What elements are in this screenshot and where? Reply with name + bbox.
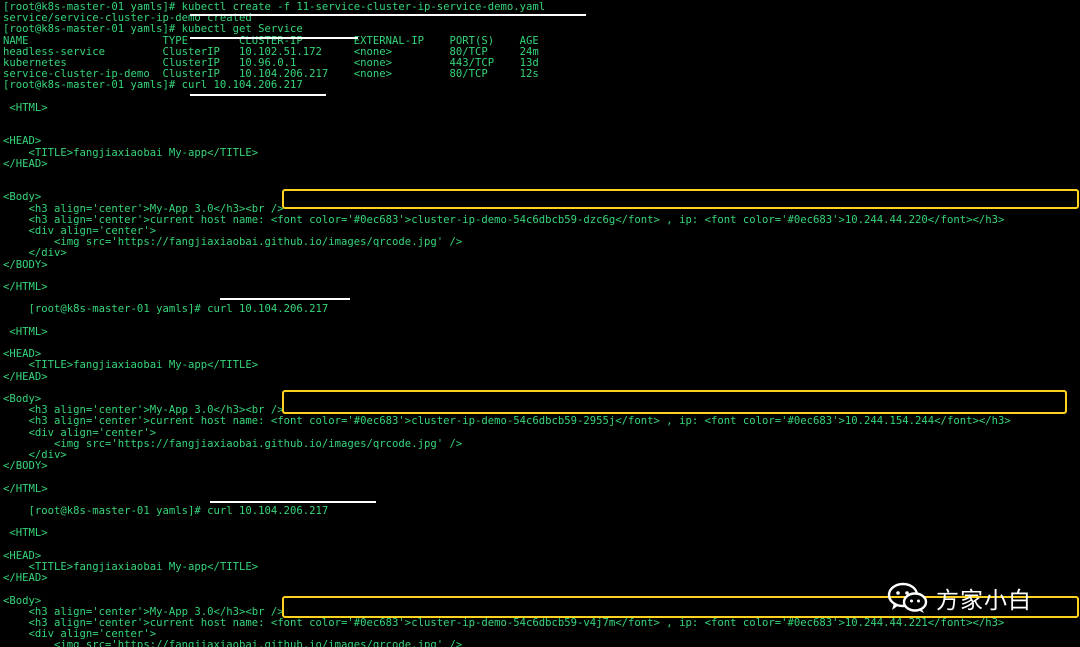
watermark: 方家小白 bbox=[886, 580, 1056, 616]
terminal-line: <h3 align='center'>My-App 3.0</h3><br /> bbox=[3, 202, 284, 215]
terminal-line: </HTML> bbox=[3, 482, 48, 495]
underline-curl-3 bbox=[210, 501, 376, 503]
terminal-line: <h3 align='center'>current host name: <f… bbox=[3, 415, 1011, 428]
terminal-line: </BODY> bbox=[3, 258, 48, 271]
terminal-line: <TITLE>fangjiaxiaobai My-app</TITLE> bbox=[3, 359, 259, 372]
terminal-line: <img src='https://fangjiaxiaobai.github.… bbox=[3, 639, 463, 647]
terminal-line: <HTML> bbox=[3, 325, 48, 338]
terminal-line: <Body> bbox=[3, 594, 42, 607]
terminal-line: </HEAD> bbox=[3, 157, 48, 170]
terminal-line: <TITLE>fangjiaxiaobai My-app</TITLE> bbox=[3, 146, 259, 159]
watermark-text: 方家小白 bbox=[936, 588, 1032, 614]
terminal-line: </HEAD> bbox=[3, 370, 48, 383]
terminal-line: </div> bbox=[3, 247, 67, 260]
terminal-line: </HTML> bbox=[3, 281, 48, 293]
terminal-line: <Body> bbox=[3, 191, 42, 204]
underline-curl-2 bbox=[220, 298, 350, 300]
highlight-box-pod-1 bbox=[282, 189, 1079, 209]
terminal-line: </BODY> bbox=[3, 460, 48, 473]
terminal-line: NAME TYPE CLUSTER-IP EXTERNAL-IP PORT(S)… bbox=[3, 34, 539, 47]
terminal-line: <img src='https://fangjiaxiaobai.github.… bbox=[3, 236, 463, 249]
terminal-line: [root@k8s-master-01 yamls]# curl 10.104.… bbox=[3, 303, 329, 316]
terminal-line: <HTML> bbox=[3, 101, 48, 114]
terminal-line: [root@k8s-master-01 yamls]# curl 10.104.… bbox=[3, 79, 303, 92]
terminal-line: <HTML> bbox=[3, 527, 48, 540]
wechat-icon bbox=[887, 582, 928, 613]
terminal-line: [root@k8s-master-01 yamls]# kubectl get … bbox=[3, 23, 303, 36]
terminal-window[interactable]: [root@k8s-master-01 yamls]# kubectl crea… bbox=[0, 0, 1080, 647]
terminal-line: [root@k8s-master-01 yamls]# curl 10.104.… bbox=[3, 505, 329, 517]
terminal-line: </HEAD> bbox=[3, 572, 48, 585]
terminal-line: <HEAD> bbox=[3, 135, 42, 148]
highlight-box-pod-2 bbox=[282, 390, 1067, 414]
underline-curl-1 bbox=[190, 94, 326, 96]
terminal-line: <img src='https://fangjiaxiaobai.github.… bbox=[3, 437, 463, 450]
terminal-line: <div align='center'> bbox=[3, 426, 157, 439]
